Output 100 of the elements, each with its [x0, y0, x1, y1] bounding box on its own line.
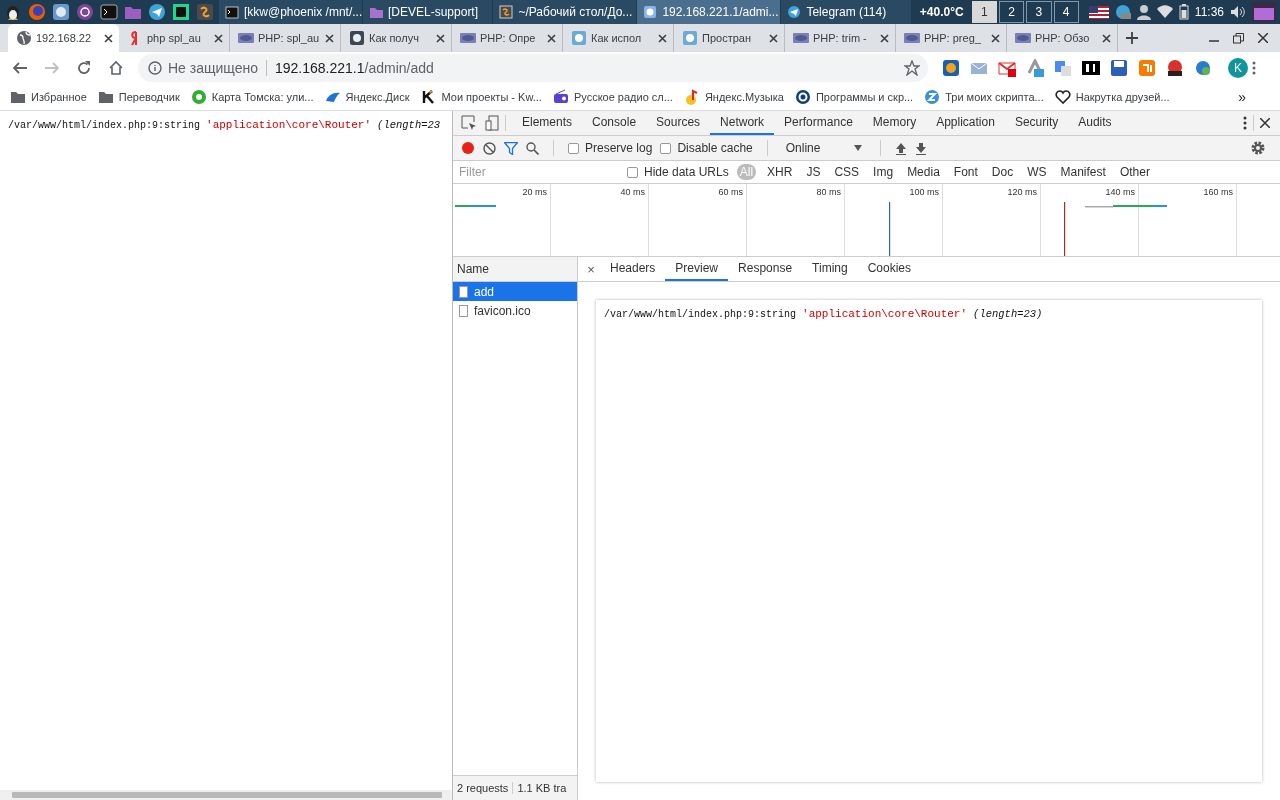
- terminal-icon[interactable]: [100, 3, 118, 21]
- speaker-icon[interactable]: [1230, 5, 1246, 19]
- app-icon[interactable]: [172, 3, 190, 21]
- throttling-select[interactable]: Online: [781, 141, 867, 155]
- settings-icon[interactable]: [1250, 140, 1266, 156]
- taskbar-window-button[interactable]: Telegram (114): [781, 0, 911, 24]
- extension-icon[interactable]: [1110, 59, 1128, 77]
- bookmark-item[interactable]: Программы и скр...: [794, 89, 914, 105]
- close-icon[interactable]: [436, 33, 445, 43]
- browser-tab[interactable]: 192.168.22: [8, 24, 119, 52]
- devtools-tab[interactable]: Security: [1004, 111, 1069, 135]
- devtools-tab[interactable]: Memory: [862, 111, 927, 135]
- close-icon[interactable]: [769, 33, 778, 43]
- taskbar-window-button[interactable]: ~/Рабочий стол/До...: [493, 0, 637, 24]
- bookmark-item[interactable]: Яндекс.Диск: [324, 89, 410, 105]
- close-icon[interactable]: [214, 33, 223, 43]
- bookmark-item[interactable]: Три моих скрипта...: [924, 89, 1044, 105]
- battery-icon[interactable]: [1178, 4, 1189, 20]
- bookmark-item[interactable]: Яндекс.Музыка: [683, 89, 784, 105]
- paper-plane-icon[interactable]: [148, 3, 166, 21]
- devtools-tab[interactable]: Performance: [774, 111, 863, 135]
- close-icon[interactable]: [547, 33, 556, 43]
- scrollbar[interactable]: [0, 790, 452, 800]
- type-filter-button[interactable]: Doc: [988, 164, 1017, 180]
- menu-icon[interactable]: [1252, 60, 1256, 76]
- home-icon[interactable]: [108, 60, 124, 76]
- flag-icon[interactable]: [1088, 5, 1109, 19]
- upload-icon[interactable]: [895, 141, 908, 155]
- devtools-tab[interactable]: Application: [926, 111, 1005, 135]
- bookmark-item[interactable]: Мои проекты - Kw...: [420, 89, 542, 105]
- taskbar-window-button[interactable]: [DEVEL-support]: [363, 0, 493, 24]
- bookmark-item[interactable]: Переводчик: [97, 89, 180, 105]
- checkbox[interactable]: [627, 166, 638, 178]
- menu-icon[interactable]: [1243, 116, 1247, 130]
- taskbar-window-button[interactable]: 192.168.221.1/admi...: [637, 0, 781, 24]
- bookmark-item[interactable]: Накрутка друзей...: [1054, 89, 1170, 105]
- bookmark-item[interactable]: Русское радио сл...: [552, 89, 673, 105]
- detail-tab[interactable]: Cookies: [857, 257, 921, 281]
- checkbox[interactable]: [568, 142, 579, 154]
- device-icon[interactable]: [485, 115, 499, 131]
- app-icon[interactable]: [52, 3, 70, 21]
- devtools-tab[interactable]: Sources: [646, 111, 711, 135]
- type-filter-button[interactable]: CSS: [831, 164, 863, 180]
- restore-icon[interactable]: [1233, 32, 1244, 44]
- user-icon[interactable]: [1136, 4, 1151, 20]
- type-filter-button[interactable]: Other: [1116, 164, 1153, 180]
- more-bookmarks-button[interactable]: »: [1238, 89, 1246, 105]
- workspace-button[interactable]: 2: [998, 1, 1025, 23]
- close-icon[interactable]: [880, 33, 889, 43]
- request-row[interactable]: favicon.ico: [453, 301, 577, 320]
- devtools-tab[interactable]: Elements: [512, 111, 583, 135]
- download-icon[interactable]: [915, 141, 928, 155]
- reload-icon[interactable]: [76, 60, 92, 76]
- record-icon[interactable]: [461, 141, 475, 155]
- close-icon[interactable]: [104, 33, 113, 43]
- workspace-button[interactable]: 1: [971, 1, 997, 23]
- type-filter-button[interactable]: WS: [1024, 164, 1050, 180]
- close-icon[interactable]: [325, 33, 334, 43]
- workspace-button[interactable]: 4: [1053, 1, 1079, 23]
- close-icon[interactable]: [658, 33, 667, 43]
- browser-icon: [643, 5, 658, 19]
- detail-tab[interactable]: Timing: [802, 257, 858, 281]
- extension-icon[interactable]: [1166, 59, 1184, 77]
- type-filter-button[interactable]: XHR: [764, 164, 796, 180]
- checkbox[interactable]: [660, 142, 672, 154]
- inspect-icon[interactable]: [461, 115, 477, 131]
- star-icon[interactable]: [904, 60, 920, 76]
- address-bar[interactable]: Не защищено 192.168.221.1/admin/add: [138, 54, 928, 82]
- type-filter-button[interactable]: Media: [904, 164, 943, 180]
- type-filter-button[interactable]: Img: [870, 164, 897, 180]
- extension-icon[interactable]: [1082, 59, 1100, 77]
- app-icon[interactable]: [196, 3, 214, 21]
- penguin-icon[interactable]: [4, 3, 22, 21]
- bookmark-item[interactable]: Карта Томска: ули...: [190, 89, 314, 105]
- wifi-icon[interactable]: [1156, 5, 1173, 19]
- workspace-button[interactable]: 3: [1026, 1, 1052, 23]
- app-icon[interactable]: [76, 3, 94, 21]
- devtools-tab[interactable]: Console: [582, 111, 647, 135]
- bookmark-item[interactable]: Избранное: [10, 89, 87, 105]
- detail-tab[interactable]: Response: [728, 257, 803, 281]
- close-icon[interactable]: [1260, 118, 1270, 128]
- taskbar-window-button[interactable]: [kkw@phoenix /mnt/...: [219, 0, 362, 24]
- close-icon[interactable]: [1102, 33, 1111, 43]
- close-button[interactable]: ×: [582, 261, 600, 277]
- search-icon[interactable]: [526, 141, 539, 155]
- filter-icon[interactable]: [504, 141, 518, 155]
- clear-icon[interactable]: [483, 141, 496, 155]
- type-filter-button[interactable]: Manifest: [1057, 164, 1109, 180]
- request-row[interactable]: add: [453, 282, 577, 301]
- detail-tab[interactable]: Headers: [600, 257, 666, 281]
- close-icon[interactable]: [1258, 33, 1268, 43]
- detail-tab[interactable]: Preview: [665, 257, 729, 281]
- extension-icon[interactable]: [942, 59, 960, 77]
- plus-icon[interactable]: [1126, 32, 1138, 44]
- profile-avatar[interactable]: K: [1228, 58, 1248, 78]
- devtools-tab[interactable]: Audits: [1068, 111, 1122, 135]
- close-icon[interactable]: [991, 33, 1000, 43]
- back-arrow-icon[interactable]: [12, 60, 28, 76]
- type-filter-button[interactable]: Font: [950, 164, 981, 180]
- type-filter-button[interactable]: JS: [803, 164, 824, 180]
